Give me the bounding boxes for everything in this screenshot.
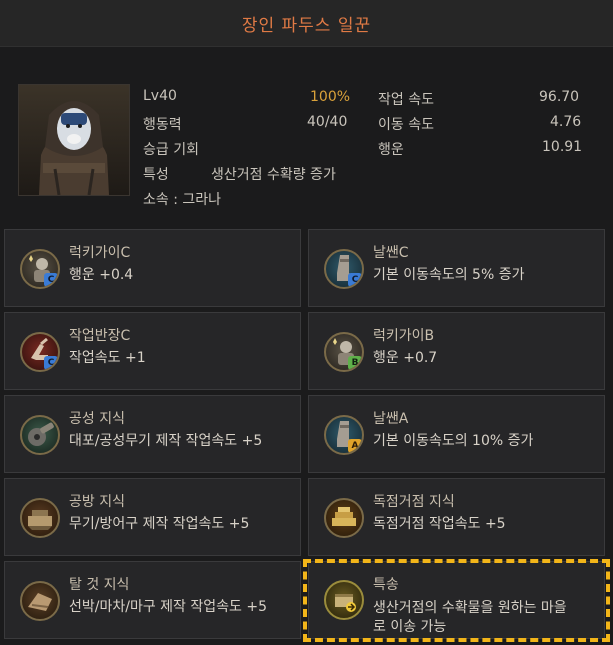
skill-card-foreman-c[interactable]: C 작업반장C 작업속도 +1 <box>4 312 301 390</box>
workshop-knowledge-icon <box>20 498 60 538</box>
skill-card-workshop-knowledge[interactable]: 공방 지식 무기/방어구 제작 작업속도 +5 <box>4 478 301 556</box>
skill-card-monopoly-knowledge[interactable]: 독점거점 지식 독점거점 작업속도 +5 <box>308 478 605 556</box>
work-speed-value: 96.70 <box>539 89 580 105</box>
skill-name: 탈 것 지식 <box>69 577 130 593</box>
move-speed-label: 이동 속도 <box>378 117 434 133</box>
grade-badge: C <box>348 273 362 287</box>
skill-desc: 무기/방어구 제작 작업속도 +5 <box>69 516 250 532</box>
selection-highlight <box>303 559 610 642</box>
stamina-label: 행동력 <box>143 117 182 133</box>
skill-name: 독점거점 지식 <box>373 494 455 510</box>
skill-desc: 행운 +0.7 <box>373 350 438 366</box>
worker-level-percent: 100% <box>310 89 351 105</box>
trait-value: 생산거점 수확량 증가 <box>211 167 336 183</box>
affiliation: 소속 : 그라나 <box>143 192 222 208</box>
worker-level: Lv40 <box>143 88 177 104</box>
skill-card-lucky-guy-b[interactable]: B 럭키가이B 행운 +0.7 <box>308 312 605 390</box>
luck-label: 행운 <box>378 142 404 158</box>
luck-value: 10.91 <box>542 139 583 155</box>
work-speed-label: 작업 속도 <box>378 92 434 108</box>
skill-name: 날쌘C <box>373 245 409 261</box>
skill-card-vehicle-knowledge[interactable]: 탈 것 지식 선박/마차/마구 제작 작업속도 +5 <box>4 561 301 639</box>
lucky-guy-icon: B <box>324 332 364 372</box>
worker-portrait <box>18 84 130 196</box>
grade-badge: B <box>348 356 362 370</box>
skill-desc: 독점거점 작업속도 +5 <box>373 516 506 532</box>
skill-desc: 기본 이동속도의 5% 증가 <box>373 267 525 283</box>
foreman-hand-icon: C <box>20 332 60 372</box>
skill-name: 럭키가이B <box>373 328 435 344</box>
skill-desc: 대포/공성무기 제작 작업속도 +5 <box>69 433 263 449</box>
grade-badge: C <box>44 273 58 287</box>
trait-label: 특성 <box>143 167 169 183</box>
window-title-bar: 장인 파두스 일꾼 <box>0 0 613 47</box>
swift-boot-icon: C <box>324 249 364 289</box>
skill-name: 럭키가이C <box>69 245 131 261</box>
skill-name: 공방 지식 <box>69 494 125 510</box>
monopoly-knowledge-icon <box>324 498 364 538</box>
vehicle-knowledge-icon <box>20 581 60 621</box>
skill-desc: 작업속도 +1 <box>69 350 146 366</box>
move-speed-value: 4.76 <box>550 114 582 130</box>
stamina-value: 40/40 <box>307 114 348 130</box>
skill-card-lucky-guy-c[interactable]: C 럭키가이C 행운 +0.4 <box>4 229 301 307</box>
skill-name: 작업반장C <box>69 328 131 344</box>
skill-desc: 행운 +0.4 <box>69 267 134 283</box>
skill-desc: 선박/마차/마구 제작 작업속도 +5 <box>69 599 267 615</box>
skill-card-swift-c[interactable]: C 날쌘C 기본 이동속도의 5% 증가 <box>308 229 605 307</box>
swift-boot-icon: A <box>324 415 364 455</box>
siege-knowledge-icon <box>20 415 60 455</box>
promotion-label: 승급 기회 <box>143 142 199 158</box>
skill-desc: 기본 이동속도의 10% 증가 <box>373 433 534 449</box>
skill-name: 날쌘A <box>373 411 409 427</box>
window-title: 장인 파두스 일꾼 <box>241 15 372 36</box>
skill-name: 공성 지식 <box>69 411 125 427</box>
skill-card-swift-a[interactable]: A 날쌘A 기본 이동속도의 10% 증가 <box>308 395 605 473</box>
grade-badge: A <box>348 439 362 453</box>
lucky-guy-icon: C <box>20 249 60 289</box>
skill-card-siege-knowledge[interactable]: 공성 지식 대포/공성무기 제작 작업속도 +5 <box>4 395 301 473</box>
grade-badge: C <box>44 356 58 370</box>
